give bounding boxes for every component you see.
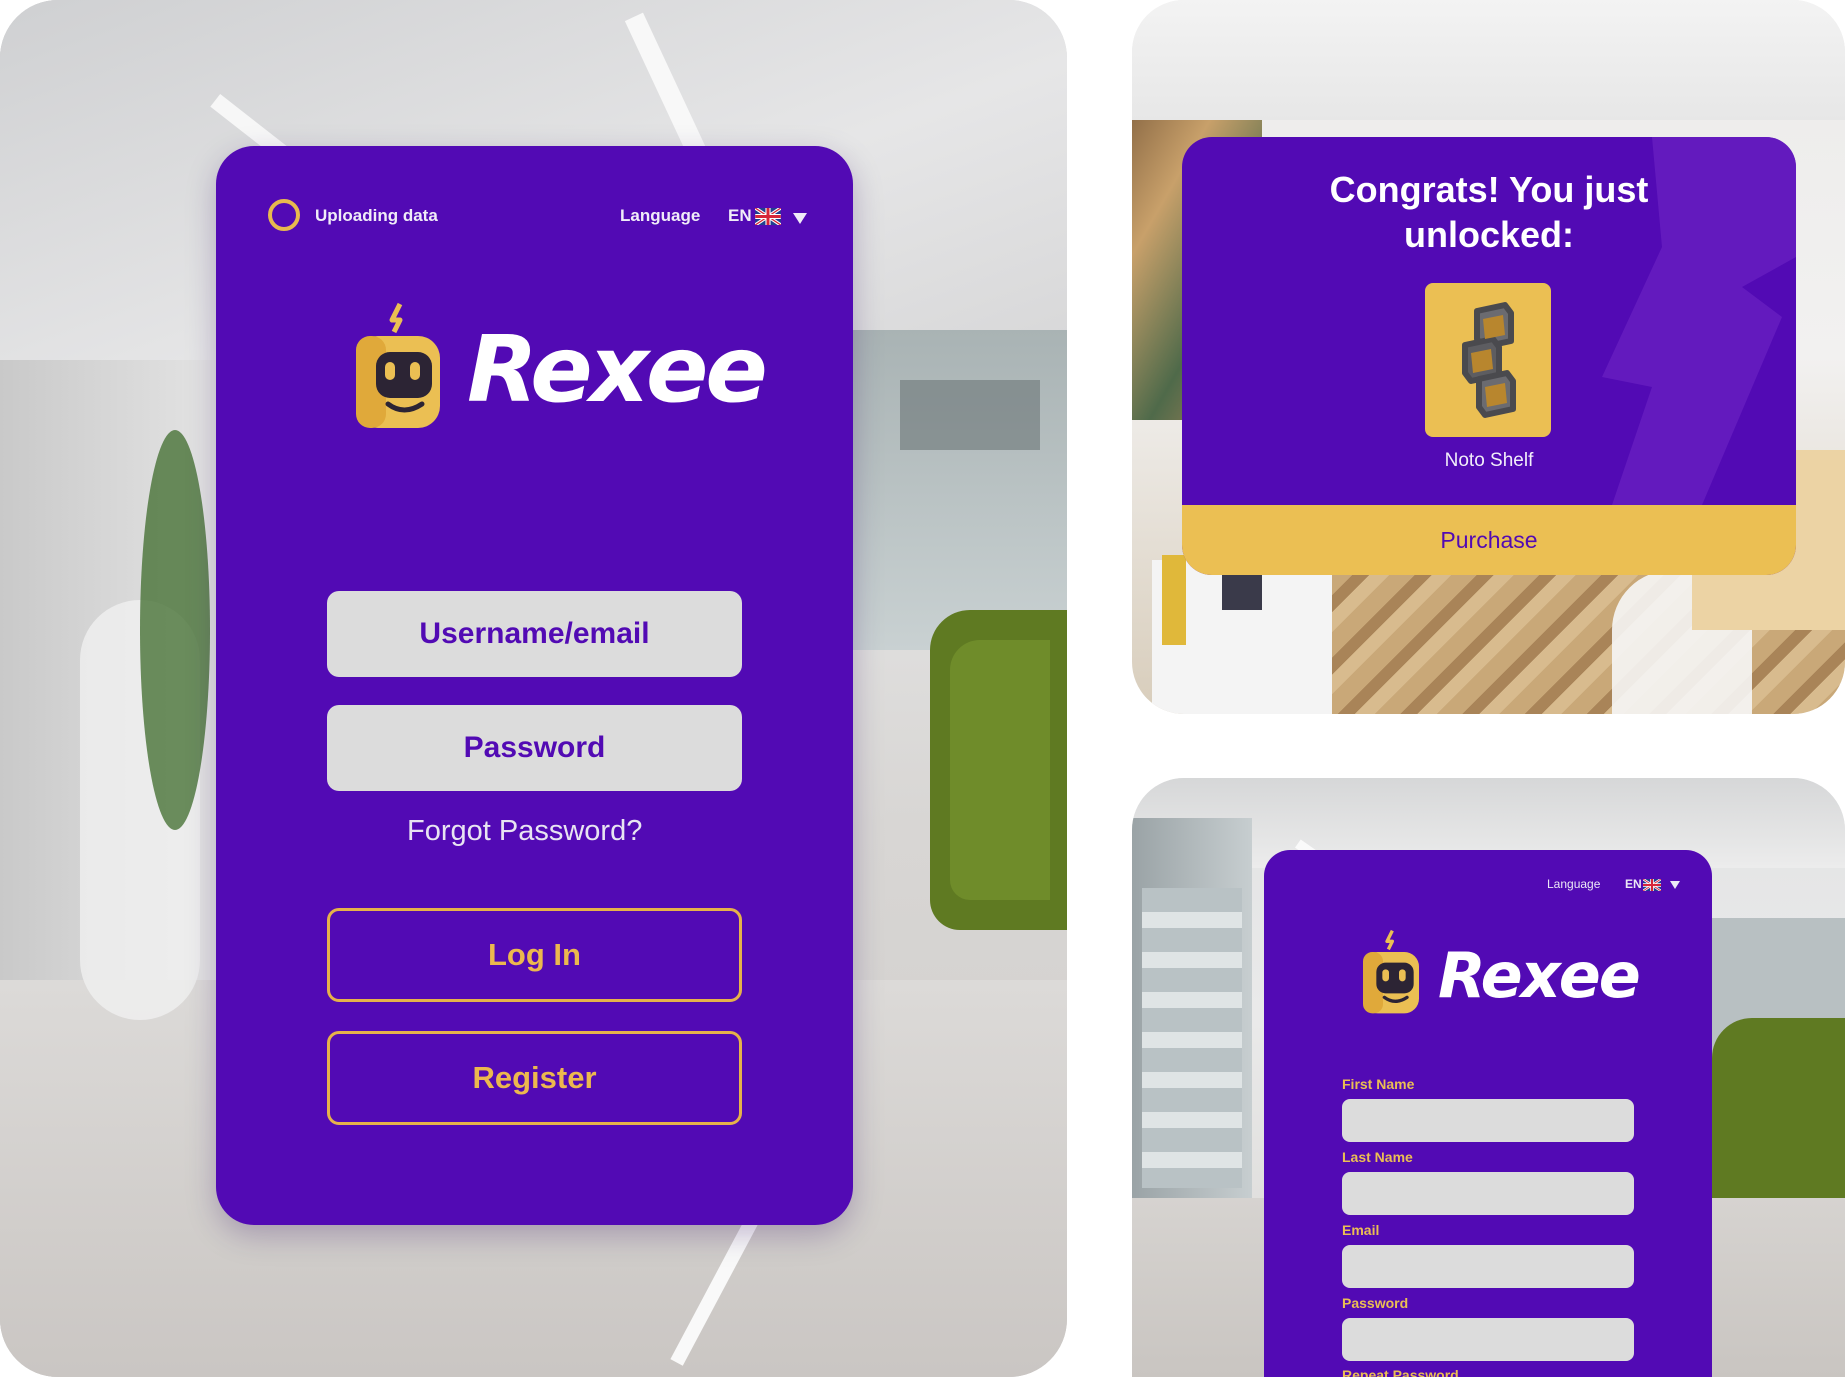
- password-field[interactable]: Password: [327, 705, 742, 791]
- username-email-field[interactable]: Username/email: [327, 591, 742, 677]
- register-rexee-logo: Rexee: [1360, 928, 1641, 1018]
- rexee-logo: Rexee: [352, 300, 768, 435]
- unlock-dialog: Congrats! You just unlocked: Noto Shelf …: [1182, 137, 1796, 575]
- email-field[interactable]: [1342, 1245, 1634, 1288]
- last-name-field[interactable]: [1342, 1172, 1634, 1215]
- uk-flag-icon: [1643, 879, 1661, 891]
- email-label: Email: [1342, 1222, 1380, 1238]
- robot-mascot-icon: [356, 302, 440, 428]
- register-button[interactable]: Register: [327, 1031, 742, 1125]
- unlocked-item-tile: [1425, 283, 1551, 437]
- brand-wordmark: Rexee: [467, 316, 768, 423]
- shelf-icon: [1462, 302, 1516, 418]
- unlocked-item-name: Noto Shelf: [1444, 450, 1534, 471]
- first-name-label: First Name: [1342, 1076, 1415, 1092]
- forgot-password-link[interactable]: Forgot Password?: [407, 815, 642, 848]
- password-field[interactable]: [1342, 1318, 1634, 1361]
- purchase-button[interactable]: Purchase: [1182, 505, 1796, 575]
- register-language-chevron-icon[interactable]: [1670, 881, 1680, 889]
- register-brand-wordmark: Rexee: [1438, 939, 1641, 1012]
- unlock-title-line-1: Congrats! You just: [1329, 169, 1649, 210]
- unlock-title-line-2: unlocked:: [1403, 214, 1574, 255]
- last-name-label: Last Name: [1342, 1149, 1413, 1165]
- password-label: Password: [1342, 1295, 1409, 1311]
- login-button[interactable]: Log In: [327, 908, 742, 1002]
- language-label: Language: [620, 206, 701, 225]
- register-language-selector[interactable]: EN: [1625, 877, 1642, 891]
- loading-spinner-icon: [268, 199, 300, 231]
- register-language-label: Language: [1547, 877, 1601, 891]
- repeat-password-label: Repeat Password: [1342, 1367, 1459, 1377]
- upload-status-text: Uploading data: [315, 206, 438, 225]
- language-selector[interactable]: EN: [728, 206, 752, 226]
- login-topbar: Uploading data Language EN: [268, 199, 810, 235]
- language-dropdown-chevron-icon[interactable]: [793, 213, 807, 224]
- unlock-title: Congrats! You just unlocked:: [1182, 167, 1796, 257]
- first-name-field[interactable]: [1342, 1099, 1634, 1142]
- uk-flag-icon: [755, 208, 781, 225]
- robot-mascot-icon: [1363, 929, 1419, 1014]
- register-card: Language EN Rexee First Name Last Name E…: [1264, 850, 1712, 1377]
